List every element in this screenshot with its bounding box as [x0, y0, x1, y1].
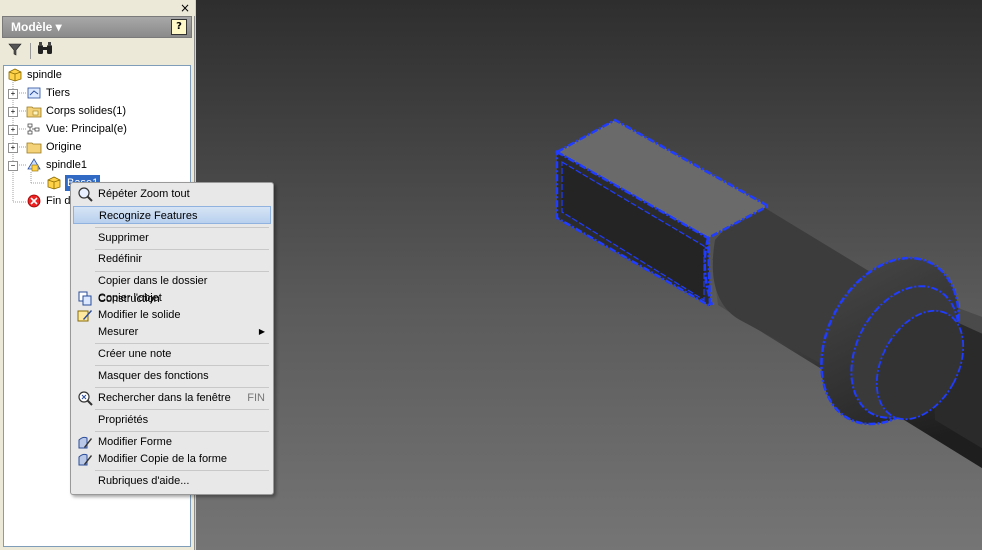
menu-separator — [95, 343, 269, 344]
tree-item-tiers[interactable]: + Tiers — [4, 85, 190, 101]
base-feature-icon — [46, 176, 62, 190]
part-icon — [7, 68, 23, 82]
graphics-viewport[interactable] — [196, 0, 982, 550]
menu-separator — [95, 470, 269, 471]
menu-separator — [95, 409, 269, 410]
menu-separator — [95, 365, 269, 366]
menu-item-help-topics[interactable]: Rubriques d'aide... — [73, 472, 271, 490]
view-icon — [26, 122, 42, 136]
menu-item-repeat-zoom[interactable]: Répéter Zoom tout — [73, 185, 271, 203]
menu-item-edit-solid[interactable]: Modifier le solide — [73, 306, 271, 324]
menu-item-recognize-features[interactable]: Recognize Features — [73, 206, 271, 224]
menu-item-find-in-window[interactable]: Rechercher dans la fenêtre FIN — [73, 389, 271, 407]
tree-item-view[interactable]: + Vue: Principal(e) — [4, 121, 190, 137]
help-button[interactable]: ? — [171, 19, 187, 35]
tree-item-label: spindle1 — [46, 159, 87, 171]
tree-item-solid-bodies[interactable]: + Corps solides(1) — [4, 103, 190, 119]
menu-item-properties[interactable]: Propriétés — [73, 411, 271, 429]
menu-item-redefine[interactable]: Redéfinir — [73, 250, 271, 268]
browser-toolbar — [2, 39, 192, 63]
tree-root-label: spindle — [27, 69, 62, 81]
menu-item-copy-to-construction[interactable]: Copier dans le dossier Construction — [73, 272, 271, 305]
menu-item-copy-object[interactable]: Copier l'objet — [73, 289, 271, 307]
solid-bodies-folder-icon — [26, 104, 42, 118]
menu-separator — [95, 387, 269, 388]
menu-separator — [95, 431, 269, 432]
menu-item-edit-shape-copy[interactable]: Modifier Copie de la forme — [73, 450, 271, 468]
derived-part-icon — [26, 158, 42, 172]
context-menu: Répéter Zoom tout Recognize Features Sup… — [70, 182, 274, 495]
tree-item-label: Corps solides(1) — [46, 105, 127, 117]
tree-item-spindle1[interactable]: − spindle1 — [4, 157, 190, 173]
close-panel-button[interactable]: × — [180, 1, 190, 15]
find-icon — [77, 390, 93, 406]
menu-item-delete[interactable]: Supprimer — [73, 229, 271, 247]
zoom-icon — [77, 186, 93, 202]
panel-title-strip: × — [0, 0, 195, 16]
folder-icon — [26, 140, 42, 154]
submenu-arrow-icon: ▶ — [258, 327, 265, 336]
spindle-model[interactable] — [196, 0, 982, 550]
menu-item-measure[interactable]: Mesurer ▶ — [73, 323, 271, 341]
tree-item-label: Origine — [46, 141, 82, 153]
panel-header[interactable]: Modèle ▾ ? — [2, 16, 192, 38]
parameters-icon — [26, 86, 42, 100]
collapse-icon[interactable]: − — [8, 161, 18, 171]
shortcut-label: FIN — [247, 392, 265, 404]
toolbar-divider — [30, 43, 31, 59]
expand-icon[interactable]: + — [8, 107, 18, 117]
menu-item-edit-shape[interactable]: Modifier Forme — [73, 433, 271, 451]
tree-item-label: Vue: Principal(e) — [46, 123, 127, 135]
edit-shape-copy-icon — [77, 451, 93, 467]
binoculars-icon[interactable] — [36, 42, 54, 60]
tree-item-label: Tiers — [46, 87, 71, 99]
expand-icon[interactable]: + — [8, 125, 18, 135]
tree-item-origin[interactable]: + Origine — [4, 139, 190, 155]
panel-title-dropdown[interactable]: Modèle ▾ — [11, 20, 62, 34]
edit-solid-icon — [77, 307, 93, 323]
expand-icon[interactable]: + — [8, 143, 18, 153]
filter-icon[interactable] — [6, 42, 24, 60]
menu-item-hide-features[interactable]: Masquer des fonctions — [73, 367, 271, 385]
expand-icon[interactable]: + — [8, 89, 18, 99]
menu-item-create-note[interactable]: Créer une note — [73, 345, 271, 363]
end-of-part-icon — [26, 194, 42, 208]
copy-object-icon — [77, 290, 93, 306]
menu-separator — [95, 227, 269, 228]
edit-shape-icon — [77, 434, 93, 450]
